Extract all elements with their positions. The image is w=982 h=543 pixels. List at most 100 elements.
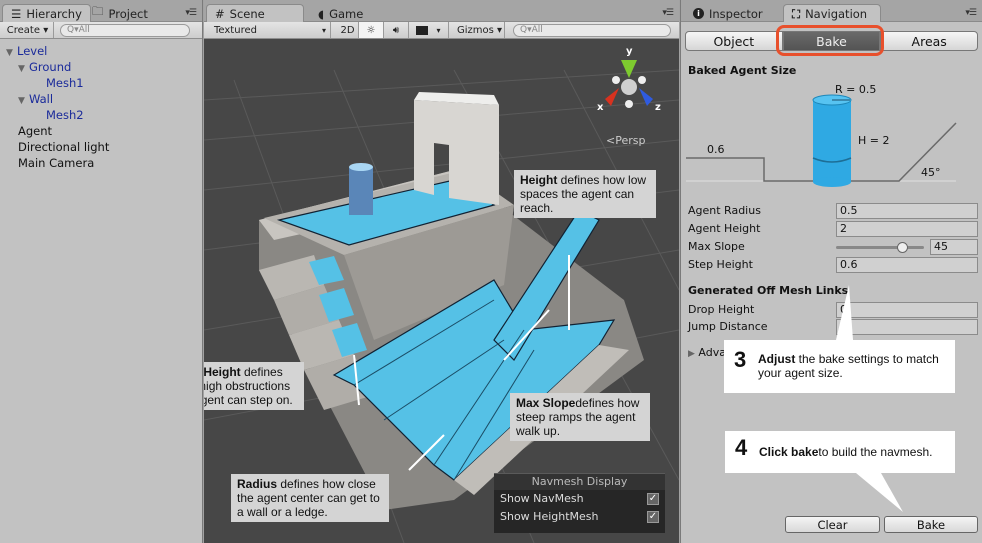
hierarchy-item[interactable]: Mesh1	[0, 75, 202, 91]
tab-navigation-label: Navigation	[805, 7, 868, 21]
diagram-slope-label: 45°	[921, 166, 941, 179]
max-slope-slider-thumb[interactable]	[897, 242, 908, 253]
diagram-height-label: H = 2	[858, 134, 889, 147]
hierarchy-item[interactable]: ▼ Wall	[0, 91, 202, 107]
hierarchy-item[interactable]: ▼ Level	[0, 43, 202, 59]
panel-menu-icon[interactable]: ▾☰	[185, 8, 197, 18]
image-icon	[416, 25, 429, 35]
audio-toggle[interactable]: 🔊︎	[384, 22, 409, 38]
persp-label[interactable]: <Persp	[606, 134, 645, 147]
hierarchy-item[interactable]: Mesh2	[0, 107, 202, 123]
segment-areas[interactable]: Areas	[880, 31, 979, 51]
tab-game[interactable]: ◖ Game	[310, 4, 371, 22]
agent-height-input[interactable]: 2	[836, 221, 978, 237]
step-3-number: 3	[734, 347, 747, 372]
step-4-text: to build the navmesh.	[818, 445, 933, 459]
tab-project[interactable]: 🗀 Project	[84, 4, 156, 22]
tab-hierarchy[interactable]: ☰ Hierarchy	[2, 4, 91, 22]
create-button[interactable]: Create ▾	[2, 22, 54, 38]
tab-inspector[interactable]: i Inspector	[685, 4, 771, 22]
callout-radius: Radius defines how close the agent cente…	[231, 474, 389, 522]
z-axis-cone[interactable]	[639, 88, 653, 106]
folder-icon: 🗀	[92, 4, 104, 18]
callout-max-slope: Max Slopedefines how steep ramps the age…	[510, 393, 650, 441]
effects-dropdown[interactable]: ▾	[409, 22, 449, 38]
dropdown-arrow-icon: ▾	[436, 25, 441, 35]
drop-height-label: Drop Height	[688, 303, 755, 316]
expand-triangle-icon[interactable]: ▼	[18, 61, 29, 77]
arch-wall	[414, 100, 499, 205]
panel-menu-icon[interactable]: ▾☰	[965, 8, 977, 18]
navigation-panel: i Inspector ⛶ Navigation ▾☰ Object Bake …	[680, 0, 982, 543]
tab-game-label: Game	[329, 6, 364, 21]
panel-menu-icon[interactable]: ▾☰	[662, 8, 674, 18]
callout-step-height-bold: Step Height	[204, 365, 241, 379]
pacman-icon: ◖	[318, 6, 325, 21]
jump-distance-row: Jump Distance	[688, 319, 978, 335]
hierarchy-item[interactable]: Agent	[0, 123, 202, 139]
segment-object[interactable]: Object	[685, 31, 783, 51]
callout-step-height: Step Height defines how high obstruction…	[204, 362, 304, 410]
lighting-toggle[interactable]: ☼	[359, 22, 384, 38]
scene-tabbar: # Scene ◖ Game ▾☰	[204, 0, 679, 22]
step-3-callout: 3 Adjust the bake settings to match your…	[724, 340, 955, 393]
show-heightmesh-checkbox[interactable]: ✓	[647, 511, 659, 523]
sun-icon: ☼	[366, 24, 376, 36]
hierarchy-item[interactable]: Main Camera	[0, 155, 202, 171]
agent-height-row: Agent Height 2	[688, 221, 978, 237]
orientation-gizmo[interactable]: y x z	[589, 42, 669, 122]
step-height-row: Step Height 0.6	[688, 257, 978, 273]
gizmos-dropdown[interactable]: Gizmos ▾	[455, 22, 505, 38]
scene-panel: # Scene ◖ Game ▾☰ Textured ▾ 2D ☼ 🔊︎ ▾ G…	[204, 0, 679, 543]
y-axis-label: y	[626, 46, 633, 57]
hierarchy-tree: ▼ Level ▼ Ground Mesh1 ▼ Wall Mesh2 Agent Directi…	[0, 43, 202, 171]
step-height-input[interactable]: 0.6	[836, 257, 978, 273]
bake-button[interactable]: Bake	[884, 516, 978, 533]
step-4-bold: Click bake	[759, 445, 819, 459]
hierarchy-item-label: Directional light	[18, 140, 110, 154]
clear-button[interactable]: Clear	[785, 516, 880, 533]
max-slope-slider[interactable]	[836, 242, 924, 253]
hierarchy-item-label: Wall	[29, 92, 54, 106]
hierarchy-search-input[interactable]: Q▾All	[60, 24, 190, 37]
y-axis-cone[interactable]	[621, 60, 637, 78]
max-slope-input[interactable]: 45	[930, 239, 978, 255]
step-3-bold: Adjust	[758, 352, 796, 366]
hierarchy-item-label: Mesh2	[46, 108, 84, 122]
tab-scene[interactable]: # Scene	[206, 4, 304, 22]
scene-search-input[interactable]: Q▾All	[513, 24, 671, 37]
tab-navigation[interactable]: ⛶ Navigation	[783, 4, 881, 22]
hierarchy-item-label: Ground	[29, 60, 72, 74]
x-axis-cone[interactable]	[605, 88, 619, 106]
step-height-label: Step Height	[688, 258, 753, 271]
scene-viewport[interactable]: y x z <Persp Height defines how low spac…	[204, 40, 679, 543]
speaker-icon: 🔊︎	[392, 24, 400, 36]
foldout-arrow-icon: ▶	[688, 349, 695, 359]
shading-mode-dropdown[interactable]: Textured ▾	[210, 22, 331, 38]
step-4-number: 4	[735, 435, 748, 460]
show-navmesh-checkbox[interactable]: ✓	[647, 493, 659, 505]
navmesh-display-title: Navmesh Display	[494, 474, 665, 490]
callout-max-slope-bold: Max Slope	[516, 396, 576, 410]
expand-triangle-icon[interactable]: ▼	[6, 45, 17, 61]
max-slope-row: Max Slope 45	[688, 239, 978, 255]
expand-triangle-icon[interactable]: ▼	[18, 93, 29, 109]
diagram-agent-cylinder	[813, 100, 851, 182]
info-icon: i	[693, 8, 704, 19]
jump-distance-input[interactable]	[836, 319, 978, 335]
show-heightmesh-option[interactable]: Show HeightMesh ✓	[494, 508, 665, 526]
drop-height-input[interactable]: 0	[836, 302, 978, 318]
2d-toggle[interactable]: 2D	[337, 22, 359, 38]
z-axis-label: z	[655, 102, 661, 113]
agent-cylinder-top	[349, 163, 373, 171]
show-navmesh-option[interactable]: Show NavMesh ✓	[494, 490, 665, 508]
hierarchy-item[interactable]: Directional light	[0, 139, 202, 155]
agent-radius-row: Agent Radius 0.5	[688, 203, 978, 219]
hierarchy-toolbar: Create ▾ Q▾All	[0, 22, 202, 39]
drop-height-row: Drop Height 0	[688, 302, 978, 318]
offmesh-links-title: Generated Off Mesh Links	[688, 284, 849, 297]
show-heightmesh-label: Show HeightMesh	[500, 510, 599, 523]
jump-distance-label: Jump Distance	[688, 320, 768, 333]
hierarchy-item[interactable]: ▼ Ground	[0, 59, 202, 75]
agent-radius-input[interactable]: 0.5	[836, 203, 978, 219]
